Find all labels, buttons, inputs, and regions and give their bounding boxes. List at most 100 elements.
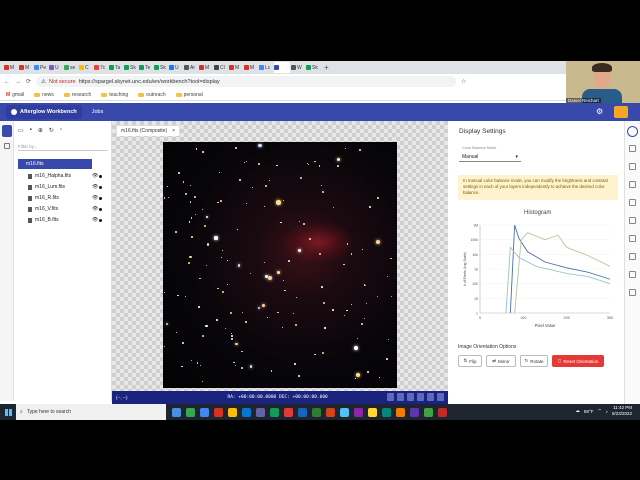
browser-tab[interactable]: Sk (124, 62, 138, 73)
app-icon[interactable] (438, 407, 447, 417)
eye-icon[interactable]: 👁 (92, 195, 98, 201)
browser-tab[interactable]: Pe (34, 62, 48, 73)
browser-tab[interactable]: U (49, 62, 63, 73)
jobs-link[interactable]: Jobs (92, 109, 104, 115)
chrome-icon[interactable] (200, 407, 209, 417)
explorer-icon[interactable] (228, 407, 237, 417)
browser-tab[interactable] (274, 62, 290, 73)
app-icon[interactable] (270, 407, 279, 417)
browser-tab[interactable]: Sk (154, 62, 168, 73)
browser-tab[interactable]: M (244, 62, 258, 73)
browser-tab[interactable]: Sk (306, 62, 320, 73)
excel-icon[interactable] (312, 407, 321, 417)
info-icon[interactable] (629, 163, 636, 170)
app-icon[interactable] (214, 407, 223, 417)
copy-icon[interactable] (629, 235, 636, 242)
new-tab-button[interactable]: + (324, 63, 329, 72)
refresh-icon[interactable]: ↻ (49, 127, 54, 134)
mirror-button[interactable]: ⇄ Mirror (486, 355, 516, 367)
layers-tool-icon[interactable] (629, 253, 636, 260)
browser-tab[interactable]: Cl (214, 62, 228, 73)
layers-icon[interactable] (4, 143, 10, 149)
browser-tab[interactable]: Lc (259, 62, 273, 73)
reload-icon[interactable]: ⟳ (26, 78, 31, 85)
app-icon[interactable] (410, 407, 419, 417)
wifi-icon[interactable]: ⌔ (597, 408, 601, 414)
target-icon[interactable] (629, 181, 636, 188)
grid-tool-icon[interactable] (629, 289, 636, 296)
bookmark-outreach[interactable]: outreach (138, 92, 166, 98)
files-tool-icon[interactable] (2, 125, 12, 137)
back-icon[interactable]: ← (4, 79, 10, 85)
reset-orientation-button[interactable]: ◻ Reset Orientation (552, 355, 604, 367)
tree-item-b[interactable]: m16_B.fits 👁 (28, 215, 106, 225)
bookmark-gmail[interactable]: Mgmail (6, 92, 24, 98)
app-icon[interactable] (354, 407, 363, 417)
eye-icon[interactable]: 👁 (92, 217, 98, 223)
app-icon[interactable] (284, 407, 293, 417)
url-field[interactable]: ⚠ Not secure https://spargel.skynet.unc.… (36, 76, 457, 87)
nebula-image[interactable] (163, 142, 397, 388)
gear-icon[interactable]: ⚙ (596, 107, 603, 116)
edge-icon[interactable] (242, 407, 251, 417)
grid-icon[interactable] (397, 393, 404, 401)
browser-tab[interactable]: W (291, 62, 305, 73)
browser-tab[interactable]: M (19, 62, 33, 73)
powerpoint-icon[interactable] (326, 407, 335, 417)
close-file-icon[interactable]: ▫ (60, 127, 62, 134)
browser-tab[interactable]: M (229, 62, 243, 73)
histogram-chart[interactable]: 1M 100k 10k 1k 100 10 10 100 200 300 Pixel Value # … (458, 217, 618, 335)
tree-root-item[interactable]: m16.fits (18, 159, 92, 169)
color-balance-mode-select[interactable]: Manual ▾ (459, 152, 521, 162)
weather-icon[interactable]: ☁ (575, 408, 580, 414)
rotate-button[interactable]: ↻ Rotate (520, 355, 548, 367)
app-logo[interactable]: Afterglow Workbench (6, 105, 82, 119)
browser-tab[interactable]: M (199, 62, 213, 73)
browser-tab[interactable]: C (79, 62, 93, 73)
eye-icon[interactable]: 👁 (92, 173, 98, 179)
browser-tab[interactable]: M (4, 62, 18, 73)
browser-tab[interactable]: Ta (109, 62, 123, 73)
app-icon[interactable] (424, 407, 433, 417)
browser-tab[interactable]: U (169, 62, 183, 73)
zoom-reset-icon[interactable] (437, 393, 444, 401)
save-icon[interactable]: ▪ (30, 127, 32, 134)
browser-tab[interactable]: Ar (184, 62, 198, 73)
camera-icon[interactable] (387, 393, 394, 401)
location-icon[interactable] (629, 145, 636, 152)
tree-item-v[interactable]: m16_V.fits 👁 (28, 204, 106, 214)
taskbar-search[interactable]: ⌕ Type here to search (16, 404, 166, 420)
teams-icon[interactable] (256, 407, 265, 417)
taskview-icon[interactable] (172, 407, 181, 417)
app-icon[interactable] (186, 407, 195, 417)
word-icon[interactable] (298, 407, 307, 417)
upload-icon[interactable]: ⊕ (38, 127, 43, 134)
app-icon[interactable] (340, 407, 349, 417)
open-folder-icon[interactable]: ▭ (18, 127, 24, 134)
browser-tab[interactable]: se (64, 62, 78, 73)
browser-tab[interactable]: Te (139, 62, 153, 73)
image-viewer[interactable]: m16.fits (Composite) × (--, --) RA: +00:… (112, 121, 448, 404)
bookmark-teaching[interactable]: teaching (101, 92, 128, 98)
star-icon[interactable]: ☆ (461, 78, 466, 85)
eye-tool-icon[interactable] (627, 126, 638, 137)
bookmark-news[interactable]: news (34, 92, 54, 98)
sliders-icon[interactable] (629, 199, 636, 206)
tree-item-lum[interactable]: m16_Lum.fits 👁 (28, 182, 106, 192)
zoom-fit-icon[interactable] (427, 393, 434, 401)
eye-icon[interactable]: 👁 (92, 206, 98, 212)
start-button[interactable] (0, 404, 16, 420)
forward-icon[interactable]: → (15, 79, 21, 85)
app-icon[interactable] (396, 407, 405, 417)
zoom-out-icon[interactable] (417, 393, 424, 401)
tree-item-halpha[interactable]: m16_Halpha.fits 👁 (28, 171, 106, 181)
filter-input[interactable]: Filter by... (18, 141, 108, 151)
viewer-tab[interactable]: m16.fits (Composite) × (116, 125, 181, 136)
star-tool-icon[interactable] (629, 217, 636, 224)
bookmark-research[interactable]: research (63, 92, 91, 98)
chart-icon[interactable] (629, 271, 636, 278)
tree-item-r[interactable]: m16_R.fits 👁 (28, 193, 106, 203)
app-icon[interactable] (382, 407, 391, 417)
eye-icon[interactable]: 👁 (92, 184, 98, 190)
zoom-in-icon[interactable] (407, 393, 414, 401)
